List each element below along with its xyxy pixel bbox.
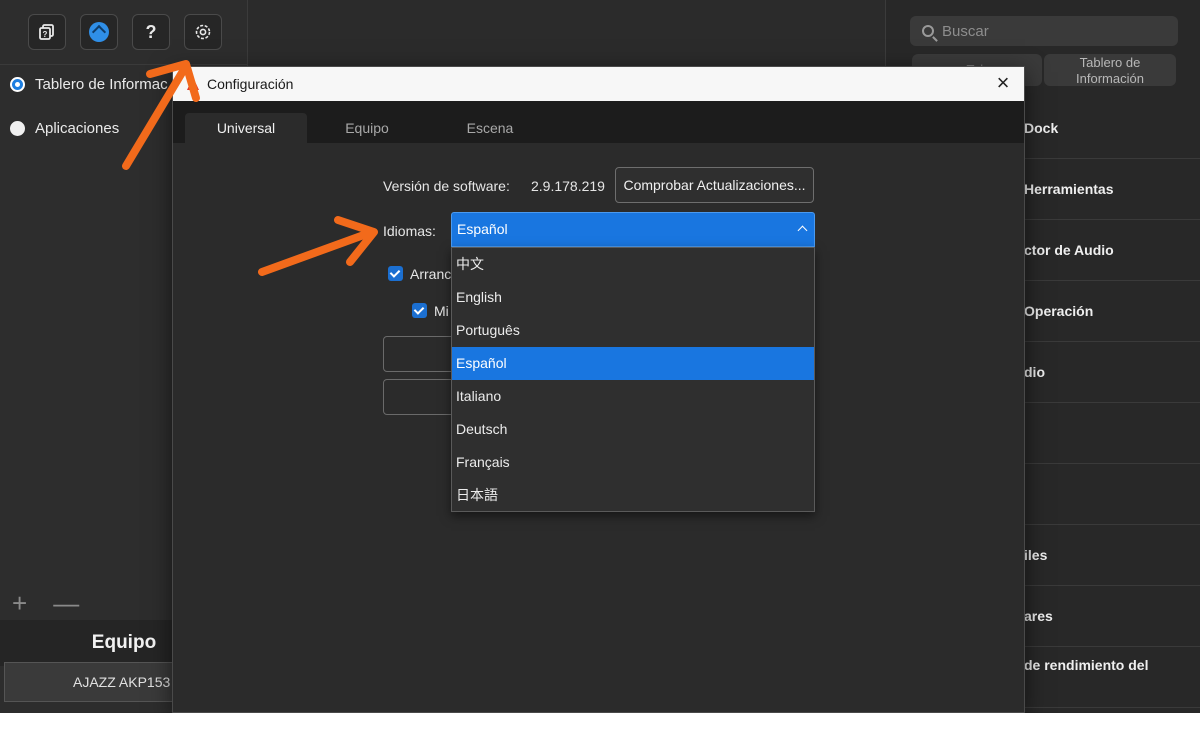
copy-icon: ? [39, 24, 54, 40]
settings-dialog: Configuración × Universal Equipo Escena … [172, 66, 1025, 713]
search-icon [922, 25, 934, 37]
check-updates-button[interactable]: Comprobar Actualizaciones... [615, 167, 814, 203]
checkbox-minimize-label: Mi [434, 303, 449, 319]
checkbox-autostart[interactable] [388, 266, 403, 281]
dialog-titlebar: Configuración × [173, 67, 1024, 101]
app-store-button[interactable] [80, 14, 118, 50]
tab-dashboard[interactable]: Tablero de Información [1044, 54, 1176, 86]
radio-applications-label: Aplicaciones [35, 120, 120, 137]
language-select-value: Español [457, 221, 508, 237]
tab-equipo[interactable]: Equipo [323, 113, 411, 143]
app-window: ? ? Tablero de Informac Aplicaciones + —… [0, 0, 1200, 713]
radio-on-icon [10, 77, 25, 92]
radio-applications[interactable]: Aplicaciones [10, 120, 119, 137]
language-option-english[interactable]: English [452, 281, 814, 314]
dialog-title: Configuración [207, 76, 294, 92]
copy-button[interactable]: ? [28, 14, 66, 50]
language-option-german[interactable]: Deutsch [452, 413, 814, 446]
search-placeholder: Buscar [942, 22, 989, 40]
search-input[interactable]: Buscar [910, 16, 1178, 46]
close-button[interactable]: × [992, 72, 1014, 94]
app-logo-icon [89, 22, 109, 42]
app-logo-icon [185, 76, 201, 92]
chevron-up-icon [797, 225, 808, 236]
checkbox-autostart-label: Arranc [410, 266, 452, 282]
tab-escena[interactable]: Escena [445, 113, 535, 143]
settings-button[interactable] [184, 14, 222, 50]
software-version-value: 2.9.178.219 [531, 178, 605, 194]
language-option-spanish[interactable]: Español [452, 347, 814, 380]
add-remove-controls: + — [12, 588, 79, 619]
language-option-chinese[interactable]: 中文 [452, 248, 814, 281]
checkbox-minimize[interactable] [412, 303, 427, 318]
help-button[interactable]: ? [132, 14, 170, 50]
gear-icon [195, 24, 211, 40]
language-dropdown: 中文 English Português Español Italiano De… [451, 247, 815, 512]
radio-off-icon [10, 121, 25, 136]
add-button[interactable]: + [12, 588, 27, 619]
language-select[interactable]: Español [451, 212, 815, 247]
left-toolbar: ? ? [28, 14, 222, 50]
svg-text:?: ? [43, 30, 48, 39]
toolbar-divider [0, 64, 248, 65]
language-option-french[interactable]: Français [452, 446, 814, 479]
remove-button[interactable]: — [53, 588, 79, 619]
languages-label: Idiomas: [383, 223, 436, 239]
dialog-tabs: Universal Equipo Escena [173, 101, 1024, 143]
language-option-italian[interactable]: Italiano [452, 380, 814, 413]
radio-dashboard-label: Tablero de Informac [35, 76, 168, 93]
language-option-japanese[interactable]: 日本語 [452, 479, 814, 512]
language-option-portuguese[interactable]: Português [452, 314, 814, 347]
tab-universal[interactable]: Universal [185, 113, 307, 143]
software-version-label: Versión de software: [383, 178, 510, 194]
radio-dashboard[interactable]: Tablero de Informac [10, 76, 168, 93]
